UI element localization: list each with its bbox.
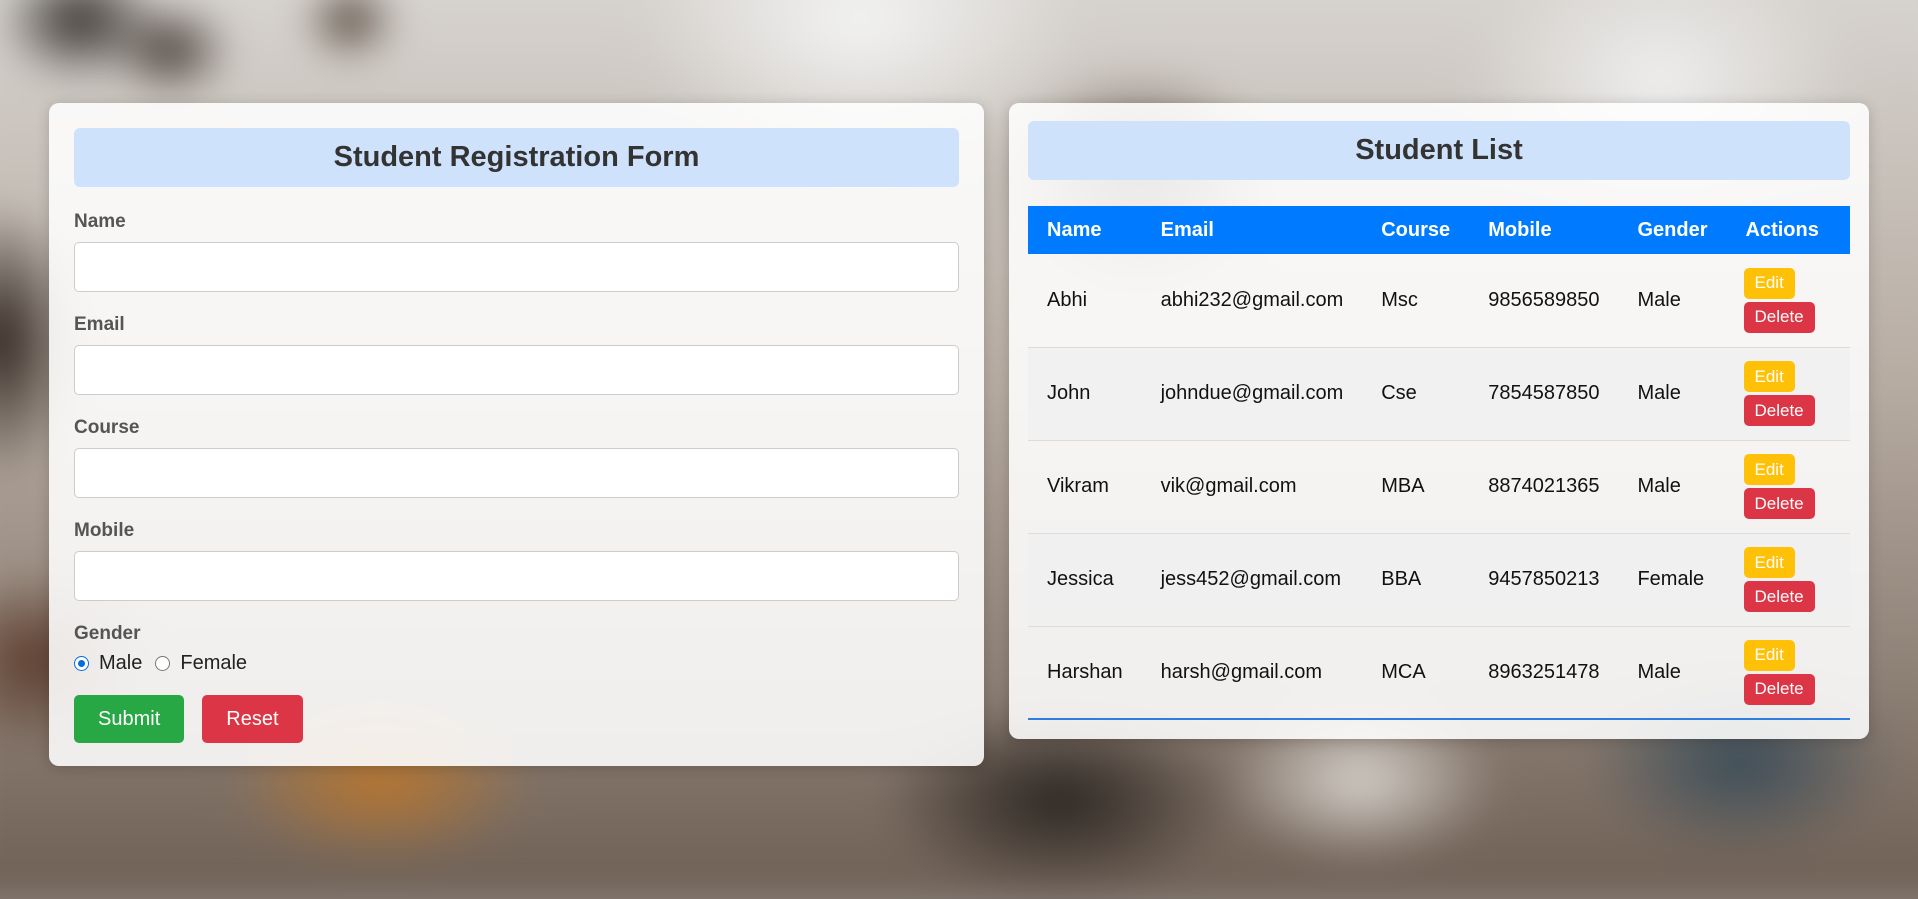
list-title: Student List bbox=[1028, 121, 1850, 180]
mobile-input[interactable] bbox=[74, 551, 959, 601]
cell-mobile: 8963251478 bbox=[1488, 660, 1600, 683]
gender-female-radio[interactable] bbox=[155, 656, 171, 671]
cell-gender: Female bbox=[1637, 568, 1705, 590]
cell-actions: Edit Delete bbox=[1727, 626, 1851, 719]
submit-button[interactable]: Submit bbox=[74, 695, 185, 743]
column-header-mobile: Mobile bbox=[1488, 218, 1552, 241]
student-list-panel: Student List Name Email Course Mobile Ge… bbox=[1009, 103, 1869, 739]
name-input[interactable] bbox=[74, 242, 959, 292]
cell-actions: Edit Delete bbox=[1727, 254, 1851, 347]
cell-name: Harshan bbox=[1047, 660, 1123, 683]
cell-course: MBA bbox=[1381, 475, 1425, 497]
email-input[interactable] bbox=[74, 345, 959, 395]
cell-gender: Male bbox=[1637, 382, 1681, 404]
column-header-actions: Actions bbox=[1745, 218, 1819, 241]
table-header-row: Name Email Course Mobile Gender Actions bbox=[1028, 206, 1850, 254]
edit-button[interactable]: Edit bbox=[1743, 547, 1795, 578]
cell-gender: Male bbox=[1637, 660, 1681, 683]
form-title: Student Registration Form bbox=[74, 128, 959, 187]
cell-actions: Edit Delete bbox=[1727, 347, 1851, 440]
table-row: John johndue@gmail.com Cse 7854587850 Ma… bbox=[1028, 347, 1850, 440]
table-row: Harshan harsh@gmail.com MCA 8963251478 M… bbox=[1028, 626, 1850, 719]
column-header-course: Course bbox=[1381, 218, 1451, 241]
column-header-name: Name bbox=[1047, 218, 1102, 241]
cell-course: BBA bbox=[1381, 568, 1422, 590]
email-label: Email bbox=[74, 314, 125, 335]
cell-name: Vikram bbox=[1047, 475, 1109, 497]
gender-male-radio[interactable] bbox=[74, 656, 89, 671]
cell-actions: Edit Delete bbox=[1727, 533, 1851, 626]
column-header-email: Email bbox=[1160, 218, 1214, 241]
registration-form-panel: Student Registration Form Name Email Cou… bbox=[49, 103, 984, 766]
delete-button[interactable]: Delete bbox=[1743, 488, 1815, 519]
cell-course: MCA bbox=[1381, 660, 1426, 683]
delete-button[interactable]: Delete bbox=[1743, 301, 1815, 333]
table-row: Vikram vik@gmail.com MBA 8874021365 Male… bbox=[1028, 440, 1850, 533]
delete-button[interactable]: Delete bbox=[1743, 673, 1815, 705]
cell-email: johndue@gmail.com bbox=[1160, 382, 1344, 404]
cell-gender: Male bbox=[1637, 475, 1681, 497]
cell-course: Cse bbox=[1381, 382, 1417, 404]
edit-button[interactable]: Edit bbox=[1743, 454, 1795, 485]
form-button-row: Submit Reset bbox=[74, 695, 959, 743]
delete-button[interactable]: Delete bbox=[1743, 581, 1815, 612]
gender-female-label[interactable]: Female bbox=[180, 652, 247, 675]
cell-mobile: 8874021365 bbox=[1488, 475, 1600, 497]
cell-mobile: 9856589850 bbox=[1488, 288, 1600, 311]
gender-label: Gender bbox=[74, 623, 141, 644]
delete-button[interactable]: Delete bbox=[1743, 395, 1815, 426]
cell-name: Abhi bbox=[1047, 288, 1088, 311]
course-input[interactable] bbox=[74, 448, 959, 498]
student-table: Name Email Course Mobile Gender Actions … bbox=[1028, 206, 1850, 720]
edit-button[interactable]: Edit bbox=[1743, 361, 1795, 392]
cell-actions: Edit Delete bbox=[1727, 440, 1851, 533]
table-row: Abhi abhi232@gmail.com Msc 9856589850 Ma… bbox=[1028, 254, 1850, 347]
course-label: Course bbox=[74, 417, 140, 438]
cell-mobile: 9457850213 bbox=[1488, 568, 1600, 590]
table-row: Jessica jess452@gmail.com BBA 9457850213… bbox=[1028, 533, 1850, 626]
gender-radio-group: Male Female bbox=[74, 652, 959, 675]
cell-email: harsh@gmail.com bbox=[1160, 660, 1323, 683]
edit-button[interactable]: Edit bbox=[1743, 267, 1795, 299]
cell-name: John bbox=[1047, 382, 1091, 404]
name-label: Name bbox=[74, 211, 126, 232]
cell-email: jess452@gmail.com bbox=[1160, 568, 1341, 590]
cell-name: Jessica bbox=[1047, 568, 1114, 590]
cell-gender: Male bbox=[1637, 288, 1681, 311]
gender-male-label[interactable]: Male bbox=[99, 652, 142, 675]
reset-button[interactable]: Reset bbox=[202, 695, 303, 743]
cell-mobile: 7854587850 bbox=[1488, 382, 1600, 404]
cell-course: Msc bbox=[1381, 288, 1418, 311]
column-header-gender: Gender bbox=[1637, 218, 1708, 241]
cell-email: vik@gmail.com bbox=[1160, 475, 1297, 497]
cell-email: abhi232@gmail.com bbox=[1160, 288, 1344, 311]
mobile-label: Mobile bbox=[74, 520, 135, 541]
edit-button[interactable]: Edit bbox=[1743, 639, 1795, 671]
